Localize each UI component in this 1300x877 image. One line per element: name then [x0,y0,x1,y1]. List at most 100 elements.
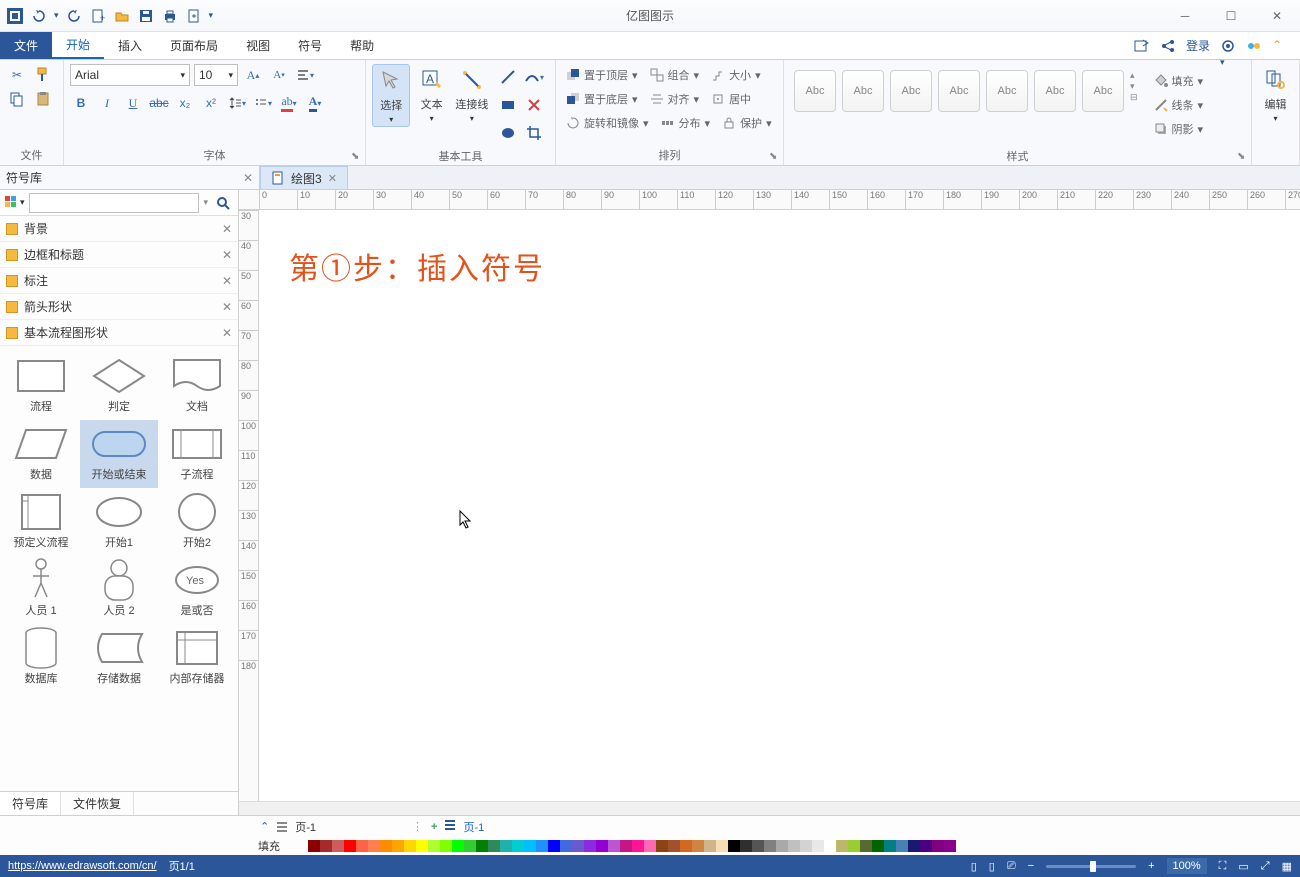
color-swatch[interactable] [680,840,692,852]
color-swatch[interactable] [608,840,620,852]
line-spacing-icon[interactable]: ▾ [226,92,248,114]
category-callout[interactable]: 标注✕ [0,268,238,294]
bullets-icon[interactable]: ▾ [252,92,274,114]
color-swatch[interactable] [560,840,572,852]
color-swatch[interactable] [800,840,812,852]
font-color-icon[interactable]: A▾ [304,92,326,114]
format-painter-icon[interactable] [32,64,54,86]
color-swatch[interactable] [644,840,656,852]
font-name-select[interactable]: Arial▾ [70,64,190,86]
color-swatch[interactable] [620,840,632,852]
color-swatch[interactable] [332,840,344,852]
send-back-button[interactable]: 置于底层▾ [562,88,642,110]
symbol-search-input[interactable] [29,193,200,213]
category-background[interactable]: 背景✕ [0,216,238,242]
protect-button[interactable]: 保护▾ [718,112,776,134]
color-swatch[interactable] [896,840,908,852]
style-preset-3[interactable]: Abc [890,70,932,112]
status-url[interactable]: https://www.edrawsoft.com/cn/ [8,860,157,872]
tab-insert[interactable]: 插入 [104,32,156,59]
color-swatch[interactable] [344,840,356,852]
color-swatch[interactable] [752,840,764,852]
page-nav-link[interactable] [445,820,455,833]
minimize-button[interactable]: ─ [1162,0,1208,32]
search-icon[interactable] [212,192,234,214]
cut-icon[interactable]: ✂ [6,64,28,86]
print-icon[interactable] [161,7,179,25]
color-swatch[interactable] [416,840,428,852]
color-swatch[interactable] [668,840,680,852]
shape-database[interactable]: 数据库 [2,624,80,692]
color-swatch[interactable] [848,840,860,852]
style-preset-6[interactable]: Abc [1034,70,1076,112]
color-swatch[interactable] [584,840,596,852]
color-swatch[interactable] [476,840,488,852]
color-swatch[interactable] [464,840,476,852]
font-dialog-launcher[interactable]: ⬊ [351,151,361,161]
color-swatch[interactable] [704,840,716,852]
color-swatch[interactable] [548,840,560,852]
paste-icon[interactable] [32,88,54,110]
share-out-icon[interactable] [1134,38,1150,54]
style-dialog-launcher[interactable]: ⬊ [1237,151,1247,161]
delete-tool-icon[interactable] [523,94,545,116]
shape-document[interactable]: 文档 [158,352,236,420]
color-swatch[interactable] [392,840,404,852]
color-swatch[interactable] [356,840,368,852]
qat-dropdown[interactable]: ▾ [54,10,59,21]
shape-subprocess[interactable]: 子流程 [158,420,236,488]
zoom-out-button[interactable]: − [1028,860,1034,872]
shape-data[interactable]: 数据 [2,420,80,488]
fill-button[interactable]: 填充▾ [1150,70,1208,92]
new-icon[interactable]: + [89,7,107,25]
style-preset-2[interactable]: Abc [842,70,884,112]
tab-file[interactable]: 文件 [0,32,52,59]
document-tab[interactable]: 绘图3 ✕ [260,166,348,189]
view-outline-icon[interactable]: ▯ [989,860,995,873]
tab-home[interactable]: 开始 [52,32,104,59]
shape-person2[interactable]: 人员 2 [80,556,158,624]
grow-font-icon[interactable]: A▴ [242,64,264,86]
color-swatch[interactable] [812,840,824,852]
color-swatch[interactable] [884,840,896,852]
color-swatch[interactable] [440,840,452,852]
page-link[interactable]: 页-1 [463,819,484,835]
login-link[interactable]: 登录 [1186,37,1210,54]
tab-help[interactable]: 帮助 [336,32,388,59]
shape-start1[interactable]: 开始1 [80,488,158,556]
color-swatch[interactable] [920,840,932,852]
connector-tool[interactable]: 连接线▾ [453,64,491,125]
panel-close-icon[interactable]: ✕ [243,171,253,185]
zoom-level[interactable]: 100% [1167,858,1207,874]
export-icon[interactable] [185,7,203,25]
select-tool[interactable]: 选择▾ [372,64,410,127]
color-swatch[interactable] [368,840,380,852]
save-icon[interactable] [137,7,155,25]
color-swatch[interactable] [740,840,752,852]
color-swatch[interactable] [776,840,788,852]
shape-decision[interactable]: 判定 [80,352,158,420]
font-size-select[interactable]: 10▾ [194,64,238,86]
color-swatch[interactable] [788,840,800,852]
share-icon[interactable] [1160,38,1176,54]
bring-front-button[interactable]: 置于顶层▾ [562,64,642,86]
color-swatch[interactable] [860,840,872,852]
undo-icon[interactable] [30,7,48,25]
library-select[interactable]: ▾ [4,195,25,211]
style-preset-1[interactable]: Abc [794,70,836,112]
color-swatch[interactable] [764,840,776,852]
style-scroll-down[interactable]: ▾ [1130,81,1138,92]
italic-button[interactable]: I [96,92,118,114]
qat-more[interactable]: ▾ [209,10,214,21]
distribute-button[interactable]: 分布▾ [657,112,715,134]
text-tool[interactable]: A 文本▾ [412,64,450,125]
color-swatch[interactable] [944,840,956,852]
color-swatch[interactable] [404,840,416,852]
shape-start-end[interactable]: 开始或结束 [80,420,158,488]
style-preset-4[interactable]: Abc [938,70,980,112]
redo-icon[interactable] [65,7,83,25]
color-swatch[interactable] [524,840,536,852]
zoom-slider[interactable] [1046,865,1136,868]
category-flowchart[interactable]: 基本流程图形状✕ [0,320,238,346]
find-button[interactable]: 编辑▾ [1258,64,1293,125]
